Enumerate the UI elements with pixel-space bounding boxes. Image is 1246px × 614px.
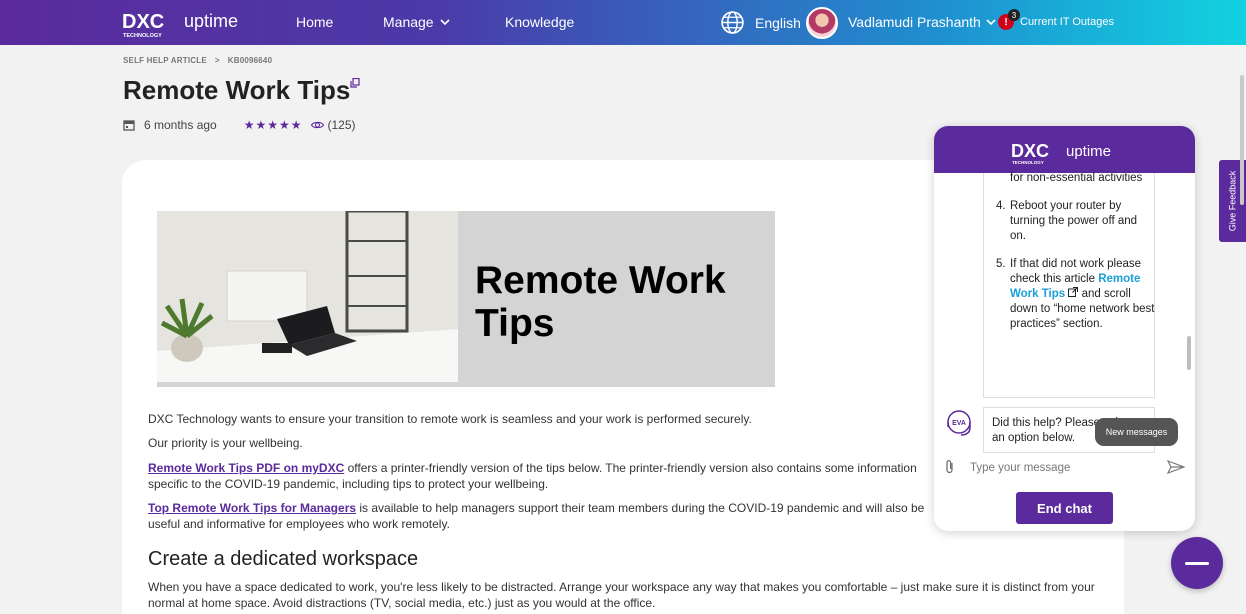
chevron-down-icon bbox=[986, 18, 996, 25]
hero-title: Remote Work Tips bbox=[475, 259, 726, 345]
hero-banner: Remote Work Tips bbox=[157, 211, 775, 387]
user-menu[interactable]: Vadlamudi Prashanth bbox=[848, 14, 996, 30]
list-item: 5. If that did not work please check thi… bbox=[996, 257, 1156, 332]
rating-stars[interactable]: ★★★★★ bbox=[244, 118, 303, 132]
section-heading: Create a dedicated workspace bbox=[148, 548, 419, 570]
list-item: for non-essential activities bbox=[1010, 172, 1143, 184]
eva-agent-icon: EVA bbox=[947, 410, 971, 436]
chat-input-row bbox=[934, 453, 1195, 483]
chat-brand-text: DXC bbox=[1011, 141, 1049, 161]
article-meta: 6 months ago ★★★★★ (125) bbox=[123, 118, 356, 132]
list-number: 5. bbox=[996, 258, 1006, 270]
eva-label: EVA bbox=[952, 420, 966, 427]
copy-icon[interactable] bbox=[350, 78, 360, 88]
nav-home[interactable]: Home bbox=[296, 14, 333, 30]
nav-manage[interactable]: Manage bbox=[383, 14, 450, 30]
message-input[interactable] bbox=[970, 456, 1160, 480]
top-nav-bar: DXC TECHNOLOGY uptime Home Manage Knowle… bbox=[0, 0, 1246, 45]
globe-icon[interactable] bbox=[720, 10, 745, 35]
dxc-uptime-logo[interactable]: DXC TECHNOLOGY uptime bbox=[122, 9, 252, 39]
send-icon[interactable] bbox=[1167, 460, 1185, 474]
nav-knowledge[interactable]: Knowledge bbox=[505, 14, 574, 30]
calendar-icon bbox=[123, 120, 135, 131]
product-text: uptime bbox=[184, 11, 238, 31]
chat-widget: DXC TECHNOLOGY uptime for non-essential … bbox=[934, 126, 1195, 531]
give-feedback-label: Give Feedback bbox=[1227, 170, 1238, 232]
end-chat-button[interactable]: End chat bbox=[1016, 492, 1113, 524]
user-name: Vadlamudi Prashanth bbox=[848, 14, 981, 30]
list-number: 4. bbox=[996, 200, 1006, 212]
managers-paragraph: Top Remote Work Tips for Managers is ava… bbox=[148, 500, 948, 532]
chat-logo: DXC TECHNOLOGY uptime bbox=[1011, 141, 1111, 165]
bot-message-list: for non-essential activities 4. Reboot y… bbox=[996, 172, 1156, 345]
intro-paragraph: DXC Technology wants to ensure your tran… bbox=[148, 412, 752, 426]
chevron-down-icon bbox=[440, 18, 450, 25]
pdf-paragraph: Remote Work Tips PDF on myDXC offers a p… bbox=[148, 460, 948, 492]
minus-icon bbox=[1185, 561, 1209, 565]
brand-text: DXC bbox=[122, 11, 164, 33]
minimize-chat-button[interactable] bbox=[1171, 537, 1223, 589]
list-item-text: Reboot your router by turning the power … bbox=[1010, 200, 1138, 242]
current-outages-link[interactable]: Current IT Outages bbox=[1020, 16, 1114, 28]
nav-manage-label: Manage bbox=[383, 14, 434, 30]
page-title: Remote Work Tips bbox=[123, 75, 351, 105]
breadcrumb-separator: > bbox=[214, 56, 220, 65]
chat-scrollbar[interactable] bbox=[1187, 336, 1191, 370]
breadcrumb-article-id: KB0096640 bbox=[227, 56, 273, 65]
external-link-icon[interactable] bbox=[1068, 287, 1079, 297]
eye-icon bbox=[310, 121, 324, 129]
breadcrumb: SELF HELP ARTICLE > KB0096640 bbox=[123, 56, 272, 65]
language-selector[interactable]: English bbox=[755, 15, 801, 31]
avatar[interactable] bbox=[806, 7, 838, 39]
chat-product-text: uptime bbox=[1066, 143, 1111, 160]
remote-work-pdf-link[interactable]: Remote Work Tips PDF on myDXC bbox=[148, 461, 344, 475]
workspace-photo bbox=[157, 211, 458, 382]
chat-header: DXC TECHNOLOGY uptime bbox=[934, 126, 1195, 173]
view-count: (125) bbox=[327, 118, 356, 132]
wellbeing-paragraph: Our priority is your wellbeing. bbox=[148, 436, 303, 450]
alert-count-badge: 3 bbox=[1008, 9, 1020, 21]
managers-tips-link[interactable]: Top Remote Work Tips for Managers bbox=[148, 501, 356, 515]
paperclip-icon[interactable] bbox=[944, 459, 956, 475]
list-item: 4. Reboot your router by turning the pow… bbox=[996, 199, 1156, 244]
article-age: 6 months ago bbox=[144, 118, 217, 132]
new-messages-button[interactable]: New messages bbox=[1095, 418, 1178, 446]
chat-brand-sub-text: TECHNOLOGY bbox=[1012, 160, 1044, 165]
page-scrollbar[interactable] bbox=[1240, 75, 1244, 205]
brand-sub-text: TECHNOLOGY bbox=[123, 33, 162, 39]
breadcrumb-section[interactable]: SELF HELP ARTICLE bbox=[123, 56, 207, 65]
workspace-paragraph: When you have a space dedicated to work,… bbox=[148, 580, 1095, 610]
